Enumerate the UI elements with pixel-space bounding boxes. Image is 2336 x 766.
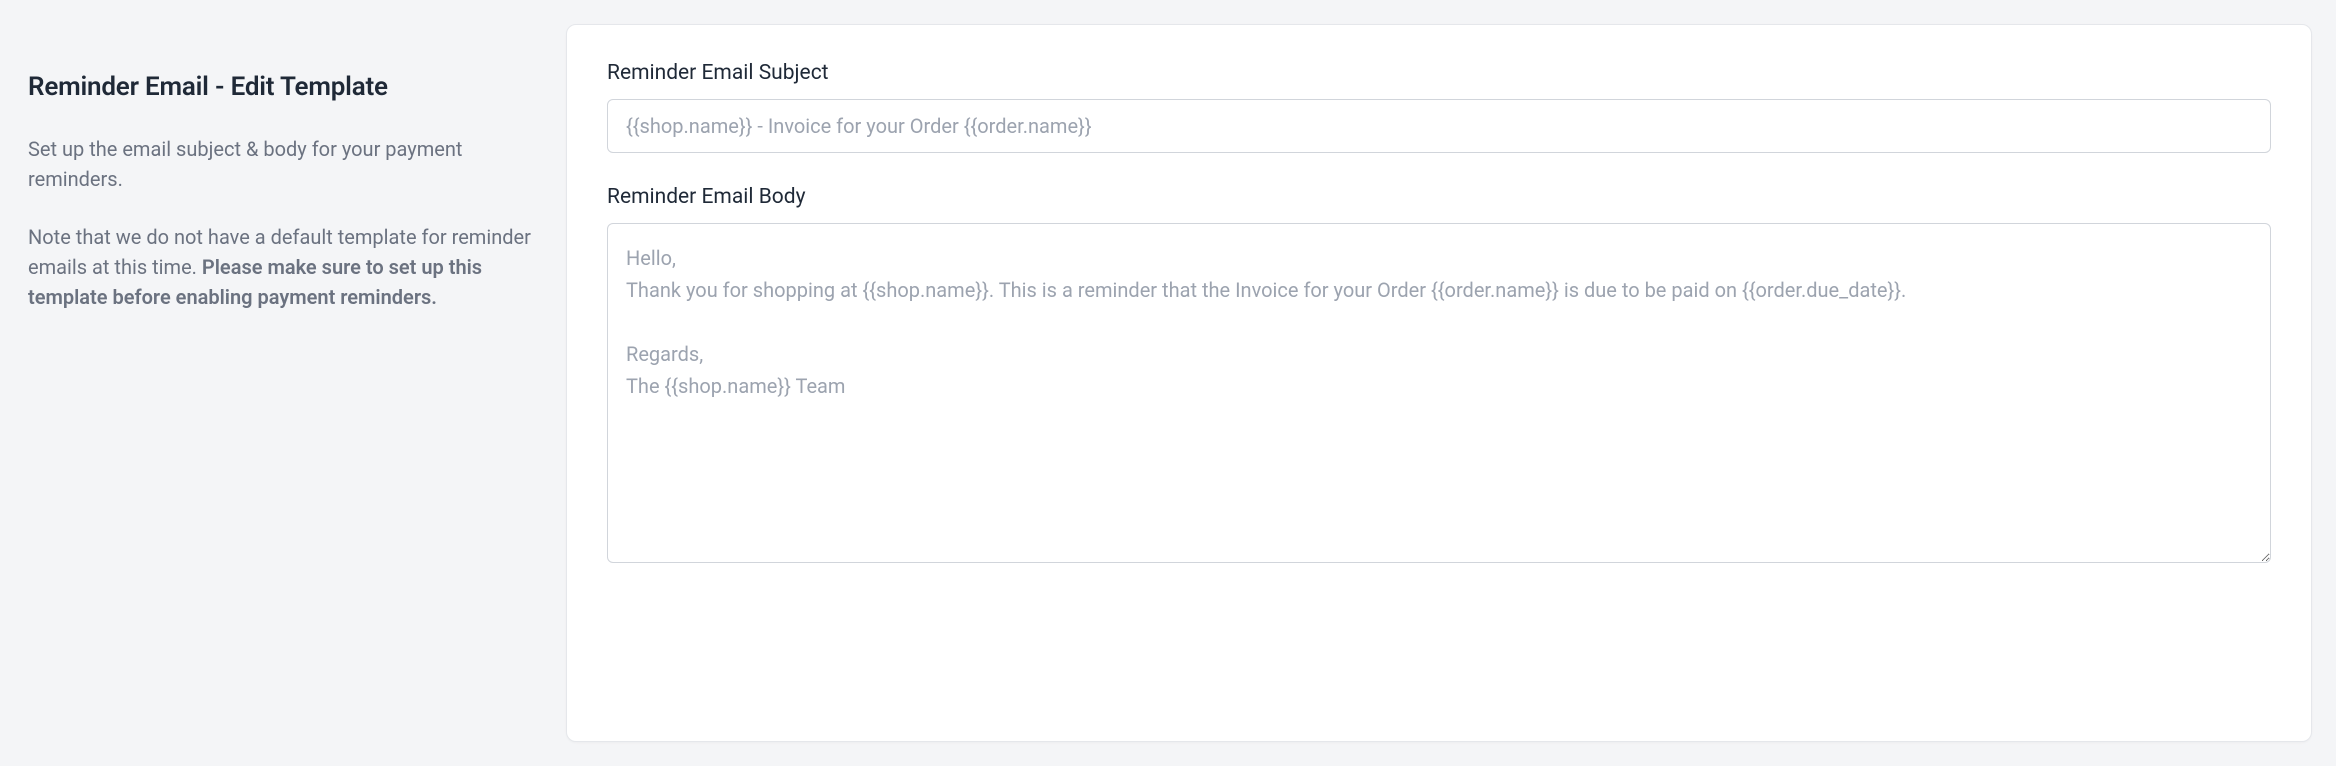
subject-group: Reminder Email Subject [607, 61, 2271, 153]
page-note: Note that we do not have a default templ… [28, 222, 534, 312]
page-title: Reminder Email - Edit Template [28, 72, 534, 102]
body-label: Reminder Email Body [607, 185, 2271, 209]
body-textarea[interactable] [607, 223, 2271, 563]
page-description: Set up the email subject & body for your… [28, 134, 534, 194]
subject-label: Reminder Email Subject [607, 61, 2271, 85]
page-container: Reminder Email - Edit Template Set up th… [24, 24, 2312, 742]
subject-input[interactable] [607, 99, 2271, 153]
info-panel: Reminder Email - Edit Template Set up th… [24, 24, 534, 742]
form-card: Reminder Email Subject Reminder Email Bo… [566, 24, 2312, 742]
body-group: Reminder Email Body [607, 185, 2271, 567]
